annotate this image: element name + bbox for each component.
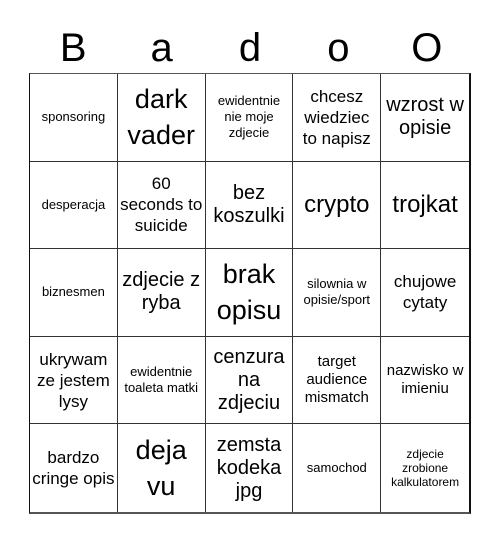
cell-text: chcesz wiedziec to napisz (302, 86, 371, 148)
cell-text: desperacja (41, 196, 106, 212)
bingo-cell[interactable]: nazwisko w imieniu (381, 337, 469, 425)
bingo-cell[interactable]: 60 seconds to suicide (117, 161, 206, 250)
bingo-cell[interactable]: samochod (293, 424, 382, 512)
bingo-cell[interactable]: ukrywam ze jestem lysy (30, 336, 118, 425)
cell-text: ewidentnie toaleta matki (124, 364, 199, 396)
cell-text: samochod (306, 460, 367, 476)
cell-text: zemsta kodeka jpg (216, 433, 282, 502)
bingo-cell[interactable]: trojkat (381, 162, 469, 250)
cell-text: ukrywam ze jestem lysy (37, 349, 110, 411)
cell-text: biznesmen (41, 284, 105, 300)
cell-text: bez koszulki (213, 181, 285, 227)
title-letter: o (327, 26, 350, 70)
cell-text: cenzura na zdjeciu (213, 345, 285, 414)
bingo-cell[interactable]: bardzo cringe opis (30, 424, 118, 512)
bingo-cell[interactable]: chcesz wiedziec to napisz (293, 74, 382, 162)
bingo-cell[interactable]: cenzura na zdjeciu (205, 336, 294, 425)
cell-text: silownia w opisie/sport (303, 276, 371, 308)
cell-text: ewidentnie nie moje zdjecie (217, 93, 281, 141)
cell-text: crypto (304, 191, 370, 219)
bingo-cell[interactable]: zdjecie zrobione kalkulatorem (381, 424, 469, 512)
bingo-cell[interactable]: dark vader (117, 74, 206, 162)
title-letter: O (411, 26, 443, 70)
cell-text: deja vu (135, 435, 187, 502)
cell-text: trojkat (392, 191, 458, 219)
bingo-grid: sponsoring dark vader ewidentnie nie moj… (29, 73, 471, 514)
cell-text: zdjecie zrobione kalkulatorem (391, 447, 460, 490)
bingo-cell[interactable]: crypto (293, 161, 382, 250)
bingo-cell[interactable]: zemsta kodeka jpg (206, 424, 294, 512)
bingo-cell[interactable]: zdjecie z ryba (117, 249, 206, 337)
title-letter: a (150, 26, 173, 70)
cell-text: chujowe cytaty (393, 272, 457, 313)
bingo-cell[interactable]: bez koszulki (205, 161, 294, 250)
bingo-cell[interactable]: biznesmen (30, 249, 118, 337)
title-letter: B (59, 26, 87, 70)
bingo-cell[interactable]: brak opisu (205, 249, 294, 337)
bingo-cell[interactable]: silownia w opisie/sport (293, 249, 382, 337)
cell-text: 60 seconds to suicide (120, 174, 203, 236)
cell-text: target audience mismatch (304, 353, 369, 407)
cell-text: sponsoring (41, 109, 106, 125)
bingo-cell[interactable]: wzrost w opisie (381, 74, 469, 162)
bingo-cell[interactable]: chujowe cytaty (381, 249, 469, 337)
cell-text: wzrost w opisie (386, 94, 464, 140)
bingo-cell[interactable]: sponsoring (30, 74, 118, 162)
bingo-cell[interactable]: ewidentnie toaleta matki (117, 336, 206, 425)
cell-text: bardzo cringe opis (32, 448, 115, 489)
bingo-title: B a d o O (29, 24, 471, 72)
cell-text: zdjecie z ryba (122, 269, 201, 315)
cell-text: brak opisu (216, 259, 282, 326)
cell-text: nazwisko w imieniu (386, 362, 464, 398)
title-letter: d (238, 26, 262, 70)
bingo-cell[interactable]: desperacja (30, 161, 118, 250)
bingo-cell[interactable]: deja vu (118, 424, 206, 512)
bingo-cell[interactable]: ewidentnie nie moje zdjecie (205, 74, 294, 162)
bingo-cell[interactable]: target audience mismatch (293, 336, 382, 425)
cell-text: dark vader (127, 84, 195, 151)
